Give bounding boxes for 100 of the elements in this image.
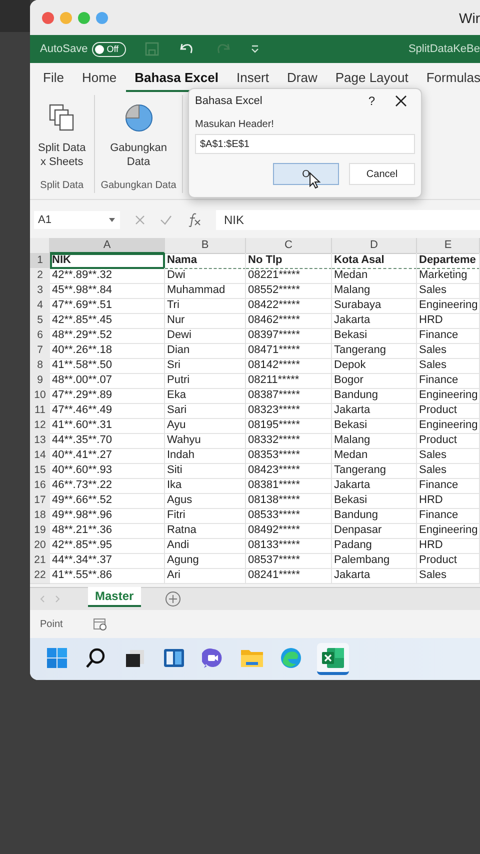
row-header[interactable]: 18 bbox=[30, 508, 50, 524]
help-button[interactable]: ? bbox=[368, 94, 375, 108]
accessibility-check-icon[interactable] bbox=[92, 618, 107, 630]
table-cell: 40**.60**.93 bbox=[50, 463, 165, 479]
column-header[interactable]: D bbox=[332, 238, 417, 254]
table-cell: Engineering bbox=[417, 418, 480, 434]
row-header[interactable]: 1 bbox=[30, 253, 50, 269]
table-cell: 47**.29**.89 bbox=[50, 388, 165, 404]
table-cell: Surabaya bbox=[332, 298, 417, 314]
table-cell: 08381***** bbox=[246, 478, 332, 494]
window-zoom-button[interactable] bbox=[78, 12, 90, 24]
close-icon[interactable] bbox=[395, 95, 407, 107]
confirm-icon[interactable] bbox=[160, 214, 172, 226]
row-header[interactable]: 20 bbox=[30, 538, 50, 554]
table-cell: 08533***** bbox=[246, 508, 332, 524]
column-header[interactable]: A bbox=[50, 238, 165, 254]
row-header[interactable]: 17 bbox=[30, 493, 50, 509]
row-header[interactable]: 19 bbox=[30, 523, 50, 539]
table-cell: Ayu bbox=[165, 418, 246, 434]
row-header[interactable]: 11 bbox=[30, 403, 50, 419]
name-box[interactable]: A1 bbox=[34, 211, 120, 229]
row-header[interactable]: 21 bbox=[30, 553, 50, 569]
row-header[interactable]: 2 bbox=[30, 268, 50, 284]
ribbon-tab[interactable]: Home bbox=[72, 64, 126, 92]
table-cell: 42**.85**.95 bbox=[50, 538, 165, 554]
table-cell: Product bbox=[417, 553, 480, 569]
window-close-button[interactable] bbox=[42, 12, 54, 24]
row-header[interactable]: 10 bbox=[30, 388, 50, 404]
table-cell: 08492***** bbox=[246, 523, 332, 539]
ribbon-button[interactable]: Gabungkan Data bbox=[108, 103, 169, 169]
table-cell: 40**.26**.18 bbox=[50, 343, 165, 359]
cancel-icon[interactable] bbox=[134, 214, 146, 226]
table-cell: Product bbox=[417, 433, 480, 449]
table-cell: Finance bbox=[417, 373, 480, 389]
column-header[interactable]: C bbox=[246, 238, 332, 254]
ribbon-tab[interactable]: File bbox=[34, 64, 73, 92]
row-header[interactable]: 7 bbox=[30, 343, 50, 359]
ribbon-tab[interactable]: Page Layout bbox=[326, 64, 418, 92]
table-cell: 08552***** bbox=[246, 283, 332, 299]
table-cell: Tri bbox=[165, 298, 246, 314]
row-header[interactable]: 13 bbox=[30, 433, 50, 449]
ribbon-tab[interactable]: Formulas bbox=[417, 64, 480, 92]
row-header[interactable]: 4 bbox=[30, 298, 50, 314]
table-cell: HRD bbox=[417, 538, 480, 554]
function-icon[interactable] bbox=[186, 213, 202, 227]
table-cell: Jakarta bbox=[332, 478, 417, 494]
table-cell: Medan bbox=[332, 448, 417, 464]
table-cell: Wahyu bbox=[165, 433, 246, 449]
dropdown-caret-icon bbox=[108, 217, 116, 223]
prompt-label: Masukan Header! bbox=[195, 119, 275, 130]
column-header[interactable]: B bbox=[165, 238, 246, 254]
table-cell: NIK bbox=[50, 253, 165, 269]
table-cell: 48**.00**.07 bbox=[50, 373, 165, 389]
table-cell: Marketing bbox=[417, 268, 480, 284]
table-cell: 41**.58**.50 bbox=[50, 358, 165, 374]
window-extra-button[interactable] bbox=[96, 12, 108, 24]
table-cell: Nama bbox=[165, 253, 246, 269]
customize-caret-icon[interactable] bbox=[250, 43, 260, 55]
table-cell: Agung bbox=[165, 553, 246, 569]
table-cell: Indah bbox=[165, 448, 246, 464]
row-header[interactable]: 8 bbox=[30, 358, 50, 374]
row-header[interactable]: 3 bbox=[30, 283, 50, 299]
ribbon-button[interactable]: Split Data x Sheets bbox=[36, 103, 88, 169]
formula-field[interactable]: NIK bbox=[216, 210, 480, 230]
table-cell: 42**.85**.45 bbox=[50, 313, 165, 329]
row-header[interactable]: 6 bbox=[30, 328, 50, 344]
table-cell: Malang bbox=[332, 283, 417, 299]
table-cell: 08133***** bbox=[246, 538, 332, 554]
table-cell: Tangerang bbox=[332, 463, 417, 479]
ribbon-tab[interactable]: Insert bbox=[227, 64, 278, 92]
table-cell: 08211***** bbox=[246, 373, 332, 389]
row-header[interactable]: 16 bbox=[30, 478, 50, 494]
table-cell: 08241***** bbox=[246, 568, 332, 584]
ribbon-group-label: Gabungkan Data bbox=[100, 180, 176, 193]
add-sheet-icon[interactable] bbox=[164, 591, 181, 607]
input-field[interactable]: $A$1:$E$1 bbox=[195, 134, 415, 154]
row-header[interactable]: 15 bbox=[30, 463, 50, 479]
table-cell: Sari bbox=[165, 403, 246, 419]
table-cell: Dwi bbox=[165, 268, 246, 284]
table-cell: Palembang bbox=[332, 553, 417, 569]
row-header[interactable]: 5 bbox=[30, 313, 50, 329]
table-cell: 46**.73**.22 bbox=[50, 478, 165, 494]
table-cell: 44**.34**.37 bbox=[50, 553, 165, 569]
sheet-tab[interactable]: Master bbox=[88, 587, 141, 607]
ribbon-tab[interactable]: Draw bbox=[278, 64, 326, 92]
table-cell: 49**.66**.52 bbox=[50, 493, 165, 509]
task-view-icon bbox=[124, 647, 146, 669]
row-header[interactable]: 12 bbox=[30, 418, 50, 434]
dialog-button[interactable]: Cancel bbox=[349, 163, 415, 185]
table-cell: 41**.55**.86 bbox=[50, 568, 165, 584]
row-header[interactable]: 9 bbox=[30, 373, 50, 389]
row-header[interactable]: 14 bbox=[30, 448, 50, 464]
row-header[interactable]: 22 bbox=[30, 568, 50, 584]
dialog-button[interactable]: O bbox=[273, 163, 339, 185]
video-chat-icon bbox=[202, 647, 224, 669]
search-icon bbox=[85, 647, 107, 669]
table-cell: Sales bbox=[417, 283, 480, 299]
autosave-toggle[interactable]: Off bbox=[92, 42, 126, 56]
column-header[interactable]: E bbox=[417, 238, 480, 254]
browser-icon bbox=[280, 647, 302, 669]
